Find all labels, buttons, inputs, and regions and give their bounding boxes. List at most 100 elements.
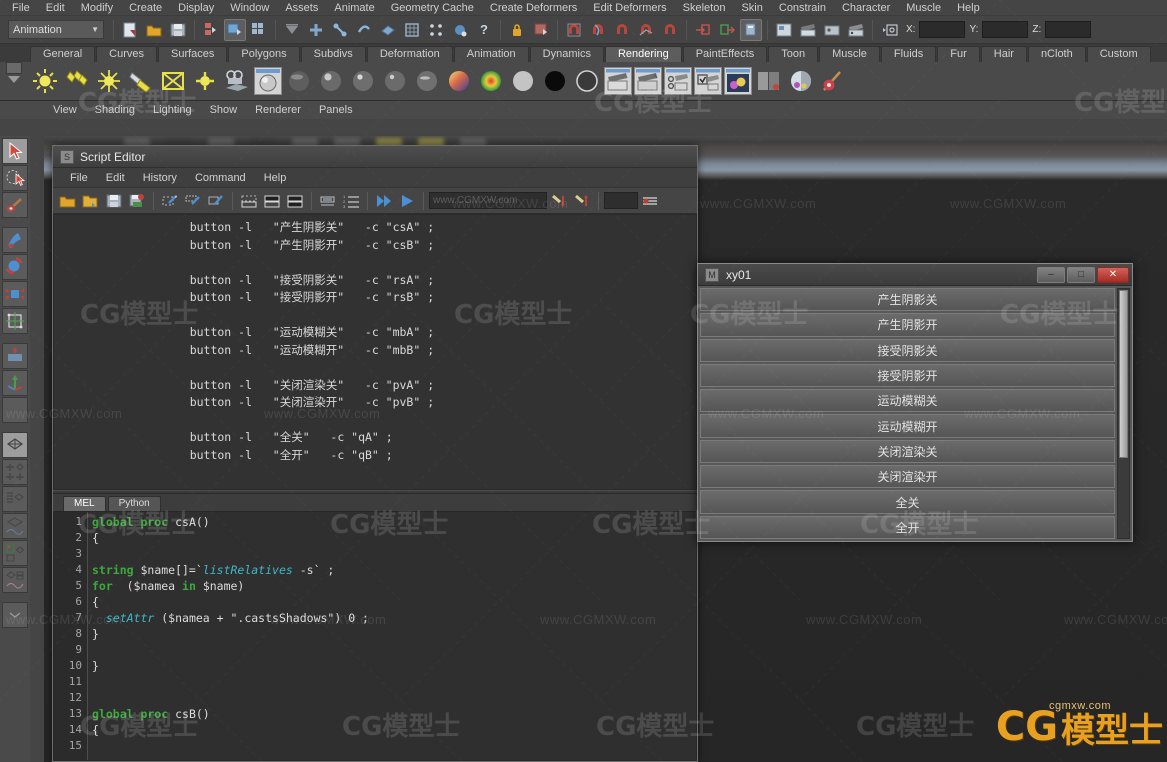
render-current-frame-icon[interactable]: [773, 19, 795, 41]
toggle-line-icon[interactable]: [317, 190, 339, 212]
script-bookmark-icon[interactable]: [639, 190, 661, 212]
clear-history-icon[interactable]: [159, 190, 181, 212]
show-history-icon[interactable]: [238, 190, 260, 212]
xy01-action-button[interactable]: 运动模糊关: [700, 389, 1115, 413]
select-by-hierarchy-icon[interactable]: [200, 19, 222, 41]
magnet-snap-icon-2[interactable]: [587, 19, 609, 41]
surface-shader-icon[interactable]: [508, 65, 538, 97]
script-menu-help[interactable]: Help: [255, 168, 296, 188]
volume-light-icon[interactable]: [190, 65, 220, 97]
xy01-title-bar[interactable]: M xy01 – □ ✕: [698, 264, 1132, 286]
menu-item-geometry-cache[interactable]: Geometry Cache: [383, 0, 482, 16]
directional-light-icon[interactable]: [62, 65, 92, 97]
move-tool[interactable]: [2, 227, 28, 253]
render-sequence-icon[interactable]: [634, 67, 662, 95]
selection-mask-icon[interactable]: [281, 19, 303, 41]
shelf-tab-custom[interactable]: Custom: [1086, 46, 1151, 62]
script-aux-input[interactable]: [604, 192, 638, 209]
shelf-tab-fluids[interactable]: Fluids: [880, 46, 937, 62]
camera-icon[interactable]: [222, 65, 252, 97]
render-layer-icon[interactable]: [754, 65, 784, 97]
xy01-dialog[interactable]: M xy01 – □ ✕ 产生阴影关 产生阴影开 接受阴影关 接受阴影开 运动模糊关 运动…: [697, 263, 1133, 542]
render-globals-icon[interactable]: [694, 67, 722, 95]
rotate-tool[interactable]: [2, 254, 28, 280]
render-settings-icon[interactable]: [664, 67, 692, 95]
paint-select-tool[interactable]: [2, 192, 28, 218]
coord-z-input[interactable]: [1045, 21, 1092, 38]
xy01-action-button[interactable]: 运动模糊开: [700, 414, 1115, 438]
snap-to-grid-icon[interactable]: [305, 19, 327, 41]
shelf-tab-subdivs[interactable]: Subdivs: [300, 46, 366, 62]
shelf-tab-rendering[interactable]: Rendering: [604, 46, 682, 62]
shelf-tab-toon[interactable]: Toon: [768, 46, 819, 62]
menu-item-character[interactable]: Character: [834, 0, 898, 16]
clear-all-icon[interactable]: [205, 190, 227, 212]
new-scene-icon[interactable]: [119, 19, 141, 41]
hypershade-persp-layout[interactable]: [2, 540, 28, 566]
tab-mel[interactable]: MEL: [63, 496, 106, 511]
ramp-shader-icon[interactable]: [444, 65, 474, 97]
script-search-input[interactable]: www.CGMXW.com: [429, 192, 547, 209]
open-scene-icon[interactable]: [143, 19, 165, 41]
tab-python[interactable]: Python: [107, 496, 161, 511]
output-connections-icon[interactable]: [716, 19, 738, 41]
lambert-material-icon[interactable]: [284, 65, 314, 97]
magnet-snap-icon-3[interactable]: [611, 19, 633, 41]
absolute-transform-icon[interactable]: [880, 19, 902, 41]
script-input-code[interactable]: global proc csA(){ string $name[]=`listR…: [88, 512, 696, 760]
script-editor-title-bar[interactable]: S Script Editor: [53, 146, 697, 168]
shelf-tab-dynamics[interactable]: Dynamics: [529, 46, 604, 62]
script-menu-history[interactable]: History: [134, 168, 186, 188]
area-light-icon[interactable]: [158, 65, 188, 97]
shelf-tab-curves[interactable]: Curves: [96, 46, 157, 62]
select-by-component-icon[interactable]: [248, 19, 270, 41]
magnet-snap-icon-5[interactable]: [659, 19, 681, 41]
menu-item-muscle[interactable]: Muscle: [898, 0, 949, 16]
menu-item-help[interactable]: Help: [949, 0, 988, 16]
scale-tool[interactable]: [2, 281, 28, 307]
menu-item-window[interactable]: Window: [222, 0, 277, 16]
hypershade-icon[interactable]: [786, 65, 816, 97]
menu-item-edit[interactable]: Edit: [38, 0, 73, 16]
open-script-icon[interactable]: [80, 190, 102, 212]
anisotropic-material-icon[interactable]: [412, 65, 442, 97]
select-by-object-icon[interactable]: [224, 18, 246, 41]
menu-set-selector[interactable]: Animation ▼: [8, 20, 104, 39]
soft-modification-tool[interactable]: [2, 343, 28, 369]
coord-y-input[interactable]: [982, 21, 1029, 38]
show-input-icon[interactable]: [261, 190, 283, 212]
snap-to-point-icon[interactable]: [353, 19, 375, 41]
xy01-action-button[interactable]: 关闭渲染开: [700, 465, 1115, 489]
xy01-action-button[interactable]: 接受阴影关: [700, 338, 1115, 362]
lock-icon[interactable]: [506, 19, 528, 41]
menu-item-skin[interactable]: Skin: [733, 0, 770, 16]
select-tool[interactable]: [2, 138, 28, 164]
snap-to-view-plane-icon[interactable]: [401, 19, 423, 41]
execute-all-icon[interactable]: [373, 190, 395, 212]
render-settings-status-icon[interactable]: [821, 19, 843, 41]
panel-menu-view[interactable]: View: [44, 101, 86, 119]
shelf-tab-hair[interactable]: Hair: [980, 46, 1027, 62]
xy01-action-button[interactable]: 全开: [700, 515, 1115, 539]
xy01-scrollbar-thumb[interactable]: [1119, 290, 1128, 458]
xy01-action-button[interactable]: 关闭渲染关: [700, 439, 1115, 464]
save-script-as-icon[interactable]: [126, 190, 148, 212]
menu-item-constrain[interactable]: Constrain: [771, 0, 834, 16]
shelf-tab-painteffects[interactable]: PaintEffects: [682, 46, 768, 62]
batch-render-icon[interactable]: [604, 67, 632, 95]
point-light-icon[interactable]: [30, 65, 60, 97]
ipr-render-icon[interactable]: [797, 19, 819, 41]
clear-input-icon[interactable]: [182, 190, 204, 212]
coord-x-input[interactable]: [919, 21, 966, 38]
paint-texture-icon[interactable]: [818, 65, 848, 97]
new-script-icon[interactable]: [57, 190, 79, 212]
menu-item-create-deformers[interactable]: Create Deformers: [482, 0, 585, 16]
make-live-icon[interactable]: [449, 19, 471, 41]
construction-history-icon[interactable]: [740, 18, 762, 41]
save-scene-icon[interactable]: [167, 19, 189, 41]
persp-graph-layout[interactable]: [2, 513, 28, 539]
outliner-persp-layout[interactable]: [2, 486, 28, 512]
menu-item-file[interactable]: File: [4, 0, 38, 16]
shelf-menu-button[interactable]: [6, 61, 22, 74]
universal-manipulator-tool[interactable]: [2, 308, 28, 334]
